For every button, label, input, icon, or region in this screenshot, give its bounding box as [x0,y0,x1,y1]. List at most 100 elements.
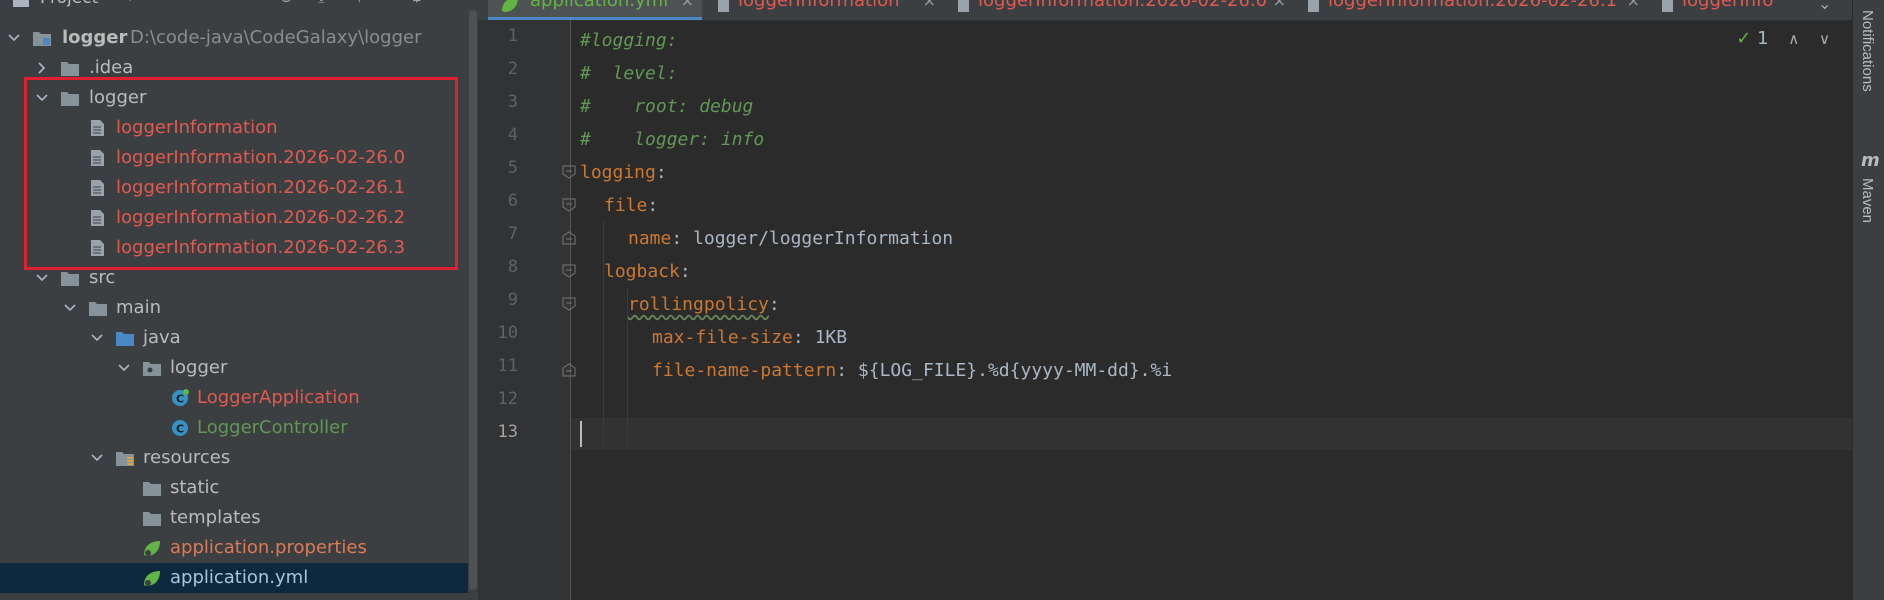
class-icon: C [172,420,188,436]
chevron-down-icon[interactable]: ⌄ [1818,0,1831,13]
tree-item-label: application.properties [170,537,367,558]
tree-item-label: application.yml [170,567,309,588]
fold-end-icon[interactable] [562,231,576,245]
tree-item-log-file[interactable]: loggerInformation.2026-02-26.2 [0,203,468,233]
tree-item-label: templates [170,507,261,528]
tree-item-label: LoggerController [197,417,348,438]
close-icon[interactable]: × [1627,0,1640,16]
fold-end-icon[interactable] [562,363,576,377]
tree-item-label: .idea [89,57,134,78]
text-file-icon [1308,0,1319,12]
tree-item-root-logger[interactable]: logger D:\code-java\CodeGalaxy\logger [0,23,468,53]
tree-item-java[interactable]: java [0,323,468,353]
minimize-icon[interactable]: — [442,0,457,6]
tab-loggerinformation[interactable]: loggerInformation × [704,0,944,20]
yaml-colon: : [679,261,691,282]
resources-folder-icon [116,452,134,466]
tree-item-log-file[interactable]: loggerInformation [0,113,468,143]
tree-item-static[interactable]: static [0,473,468,503]
tree-item-label: logger [89,87,147,108]
expand-all-icon[interactable]: ⤒ [356,0,363,6]
tab-label: loggerInformation [738,0,900,11]
tree-item-application-properties[interactable]: application.properties [0,533,468,563]
yaml-colon: : [655,162,667,183]
chevron-down-icon[interactable] [89,323,105,353]
code-line: rollingpolicy: [628,288,780,321]
folder-icon [89,302,107,316]
fold-icon[interactable] [562,198,576,212]
fold-icon[interactable] [562,297,576,311]
chevron-down-icon[interactable] [89,443,105,473]
tree-item-src[interactable]: src [0,263,468,293]
chevron-down-icon[interactable] [34,263,50,293]
line-number: 11 [497,356,518,376]
tree-item-label: loggerInformation.2026-02-26.1 [116,177,406,198]
tree-item-label: main [116,297,161,318]
locate-icon[interactable]: ⊕ [280,0,293,6]
maven-tool-button[interactable]: Maven [1859,178,1876,223]
folder-icon [61,92,79,106]
line-number: 4 [507,125,518,145]
tree-item-logger-package[interactable]: logger [0,353,468,383]
text-file-icon [718,0,729,12]
chevron-down-icon[interactable] [6,23,22,53]
chevron-down-icon[interactable] [116,353,132,383]
close-icon[interactable]: × [923,0,936,16]
tree-item-log-file[interactable]: loggerInformation.2026-02-26.3 [0,233,468,263]
project-panel-title[interactable]: Project [40,0,98,8]
comment-text: # level: [580,63,678,84]
tree-item-logger-controller[interactable]: C LoggerController [0,413,468,443]
sidebar-scrollbar[interactable] [468,0,478,600]
fold-icon[interactable] [562,264,576,278]
inspections-widget[interactable]: ✓ 1 ∧ ∨ [1736,28,1830,49]
code-line: # logger: info [580,123,764,156]
text-file-icon [91,120,104,136]
code-line: logback: [604,255,691,288]
tree-item-templates[interactable]: templates [0,503,468,533]
tree-item-log-file[interactable]: loggerInformation.2026-02-26.0 [0,143,468,173]
root-path: D:\code-java\CodeGalaxy\logger [130,27,422,48]
svg-text:C: C [176,393,184,406]
tab-loggerinformation-1[interactable]: loggerInformation.2026-02-26.1 × [1294,0,1648,20]
line-number: 8 [507,257,518,277]
tree-item-main[interactable]: main [0,293,468,323]
tree-item-log-file[interactable]: loggerInformation.2026-02-26.1 [0,173,468,203]
chevron-up-icon[interactable]: ∧ [1788,30,1799,48]
text-file-icon [91,180,104,196]
fold-icon[interactable] [562,165,576,179]
tab-loggerinformation-0[interactable]: loggerInformation.2026-02-26.0 × [944,0,1294,20]
close-icon[interactable]: × [681,0,694,16]
folder-icon [61,272,79,286]
scrollbar-thumb[interactable] [469,10,477,590]
yaml-key: rollingpolicy [628,294,769,315]
tab-application-yml[interactable]: application.yml × [488,0,702,20]
tab-loggerinfo[interactable]: loggerInfo [1648,0,1808,20]
spring-config-icon [502,0,518,12]
chevron-down-icon[interactable] [62,293,78,323]
line-number: 3 [507,92,518,112]
tree-item-logger-application[interactable]: C LoggerApplication [0,383,468,413]
project-panel: Project ▼ ⊕ ⤓ ⤒ ⚙ — logger D:\code-java\… [0,0,468,600]
gear-icon[interactable]: ⚙ [410,0,423,6]
yaml-key: file [604,195,648,216]
close-icon[interactable]: × [1273,0,1286,16]
tree-item-idea[interactable]: .idea [0,53,468,83]
tree-item-logger-folder[interactable]: logger [0,83,468,113]
line-number: 9 [507,290,518,310]
yaml-colon: : [836,360,848,381]
chevron-down-icon[interactable]: ∨ [1819,30,1830,48]
chevron-down-icon[interactable]: ▼ [126,0,134,3]
check-icon: ✓ [1736,28,1752,49]
chevron-right-icon[interactable] [34,53,50,83]
collapse-all-icon[interactable]: ⤓ [318,0,325,6]
chevron-down-icon[interactable] [34,83,50,113]
line-number: 13 [497,422,518,442]
tree-item-application-yml[interactable]: application.yml [0,563,468,593]
code-line: file-name-pattern: ${LOG_FILE}.%d{yyyy-M… [652,354,1172,387]
code-line: # level: [580,57,678,90]
code-line: #logging: [580,24,678,57]
project-tree: logger D:\code-java\CodeGalaxy\logger .i… [0,23,468,593]
text-file-icon [958,0,969,12]
tree-item-resources[interactable]: resources [0,443,468,473]
notifications-tool-button[interactable]: Notifications [1859,10,1876,92]
